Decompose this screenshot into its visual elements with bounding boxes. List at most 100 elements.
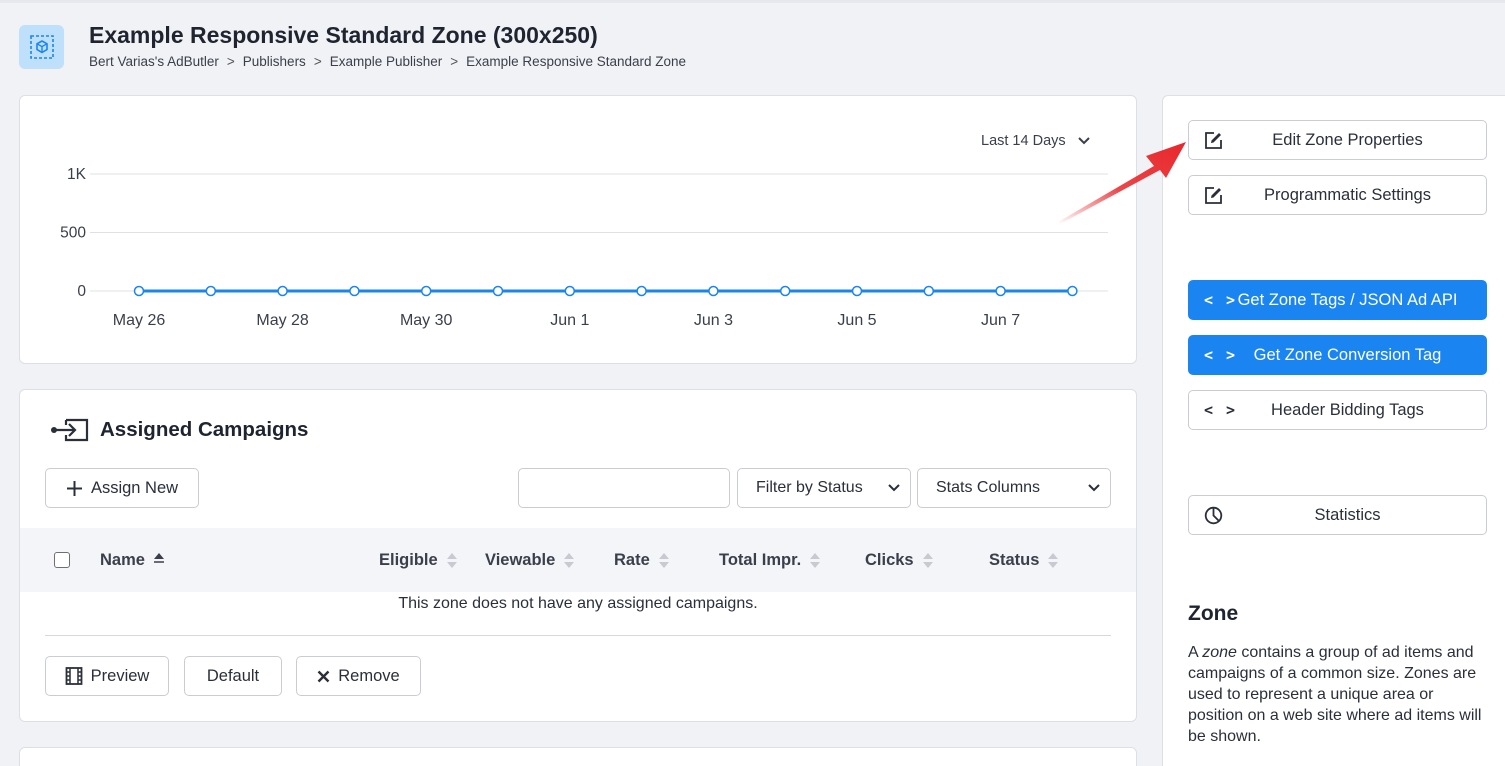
get-zone-conversion-tag-label: Get Zone Conversion Tag <box>1253 345 1442 364</box>
campaign-search-input[interactable] <box>518 468 730 508</box>
column-label: Eligible <box>379 550 438 569</box>
column-label: Viewable <box>485 550 556 569</box>
chevron-down-icon <box>888 484 900 492</box>
impressions-line-chart: 1K 500 0 May 26 May 28 May 30 Jun 1 Jun 3 Jun 5 J… <box>60 166 1108 329</box>
breadcrumb-item-publishers[interactable]: Publishers <box>243 54 306 69</box>
y-tick-label: 1K <box>67 166 87 183</box>
filter-status-select[interactable]: Filter by Status <box>737 468 911 508</box>
header-bidding-tags-button[interactable]: < > Header Bidding Tags <box>1188 390 1487 430</box>
x-tick-label: Jun 7 <box>981 312 1020 329</box>
get-zone-tags-label: Get Zone Tags / JSON Ad API <box>1237 290 1458 309</box>
breadcrumb-item-publisher[interactable]: Example Publisher <box>330 54 443 69</box>
data-point <box>420 285 432 297</box>
default-button[interactable]: Default <box>184 656 282 696</box>
stats-chart-card: Last 14 Days 1K 500 0 May 26 May 28 May 30 Jun… <box>19 95 1137 364</box>
preview-label: Preview <box>90 666 150 685</box>
sort-icon <box>810 552 821 568</box>
column-name[interactable]: Name <box>100 528 165 592</box>
data-point <box>779 285 791 297</box>
data-point <box>636 285 647 297</box>
stats-columns-select[interactable]: Stats Columns <box>917 468 1111 508</box>
column-rate[interactable]: Rate <box>614 528 670 592</box>
zone-info-heading: Zone <box>1188 602 1239 625</box>
film-icon <box>65 667 83 685</box>
column-label: Rate <box>614 550 650 569</box>
x-tick-label: Jun 1 <box>550 312 589 329</box>
programmatic-settings-label: Programmatic Settings <box>1264 185 1431 204</box>
data-point <box>995 285 1006 297</box>
top-border <box>0 0 1505 3</box>
y-tick-label: 500 <box>60 225 86 242</box>
get-zone-tags-button[interactable]: < > Get Zone Tags / JSON Ad API <box>1188 280 1487 320</box>
chevron-down-icon <box>1088 484 1100 492</box>
assign-new-label: Assign New <box>90 478 179 497</box>
programmatic-settings-button[interactable]: Programmatic Settings <box>1188 175 1487 215</box>
data-point <box>205 285 217 297</box>
data-point <box>1067 285 1078 297</box>
x-tick-label: Jun 3 <box>694 312 733 329</box>
column-label: Total Impr. <box>719 550 802 569</box>
filter-status-label: Filter by Status <box>756 479 863 496</box>
assigned-campaigns-card: Assigned Campaigns Assign New Filter by … <box>19 389 1137 722</box>
header-bidding-tags-label: Header Bidding Tags <box>1271 400 1424 419</box>
stats-columns-label: Stats Columns <box>936 479 1041 496</box>
breadcrumb-separator: > <box>313 54 322 69</box>
statistics-label: Statistics <box>1314 505 1381 524</box>
data-point <box>851 285 863 297</box>
x-tick-label: May 26 <box>113 312 166 329</box>
assign-new-button[interactable]: Assign New <box>45 468 199 508</box>
data-point <box>492 285 504 297</box>
zone-desc-emphasis: zone <box>1202 644 1237 661</box>
sort-icon <box>922 552 933 568</box>
table-header: Name Eligible Viewable Rate Total Impr. … <box>20 528 1136 592</box>
data-point <box>277 285 288 297</box>
zone-actions-sidebar: Edit Zone Properties Programmatic Settin… <box>1162 95 1505 766</box>
zone-cube-icon <box>19 25 64 69</box>
preview-button[interactable]: Preview <box>45 656 169 696</box>
x-tick-label: May 30 <box>400 312 453 329</box>
assign-arrow-icon <box>51 418 89 442</box>
close-icon <box>317 670 330 682</box>
data-point <box>349 285 360 297</box>
column-viewable[interactable]: Viewable <box>485 528 575 592</box>
sort-icon <box>1048 552 1059 568</box>
zone-desc-prefix: A <box>1188 644 1203 661</box>
data-point <box>708 285 719 297</box>
column-eligible[interactable]: Eligible <box>379 528 458 592</box>
remove-button[interactable]: Remove <box>296 656 421 696</box>
data-point <box>133 285 145 297</box>
data-point <box>564 285 576 297</box>
x-tick-label: Jun 5 <box>837 312 876 329</box>
section-title: Assigned Campaigns <box>100 418 309 441</box>
page-title: Example Responsive Standard Zone (300x25… <box>89 22 598 48</box>
next-section-card <box>19 747 1137 766</box>
sort-icon <box>658 552 669 568</box>
breadcrumb-separator: > <box>226 54 235 69</box>
x-tick-label: May 28 <box>256 312 309 329</box>
edit-zone-properties-button[interactable]: Edit Zone Properties <box>1188 120 1487 160</box>
remove-label: Remove <box>338 666 400 685</box>
empty-table-message: This zone does not have any assigned cam… <box>398 595 758 612</box>
edit-zone-properties-label: Edit Zone Properties <box>1272 130 1423 149</box>
sort-asc-icon <box>153 553 164 563</box>
section-header: Assigned Campaigns <box>50 415 308 445</box>
column-clicks[interactable]: Clicks <box>865 528 934 592</box>
data-point <box>923 285 935 297</box>
column-label: Status <box>989 550 1040 569</box>
column-label: Name <box>100 550 145 569</box>
plus-icon <box>66 480 82 496</box>
breadcrumb-item-zone: Example Responsive Standard Zone <box>466 54 687 69</box>
column-total-impressions[interactable]: Total Impr. <box>719 528 821 592</box>
table-divider <box>45 635 1111 636</box>
get-zone-conversion-tag-button[interactable]: < > Get Zone Conversion Tag <box>1188 335 1487 375</box>
breadcrumb-separator: > <box>450 54 459 69</box>
sort-icon <box>446 552 457 568</box>
breadcrumb: Bert Varias's AdButler > Publishers > Ex… <box>89 54 686 69</box>
statistics-button[interactable]: Statistics <box>1188 495 1487 535</box>
default-label: Default <box>206 666 260 685</box>
column-label: Clicks <box>865 550 914 569</box>
column-status[interactable]: Status <box>989 528 1059 592</box>
breadcrumb-item-account[interactable]: Bert Varias's AdButler <box>89 54 219 69</box>
y-tick-label: 0 <box>77 283 86 300</box>
select-all-checkbox[interactable] <box>54 552 70 568</box>
